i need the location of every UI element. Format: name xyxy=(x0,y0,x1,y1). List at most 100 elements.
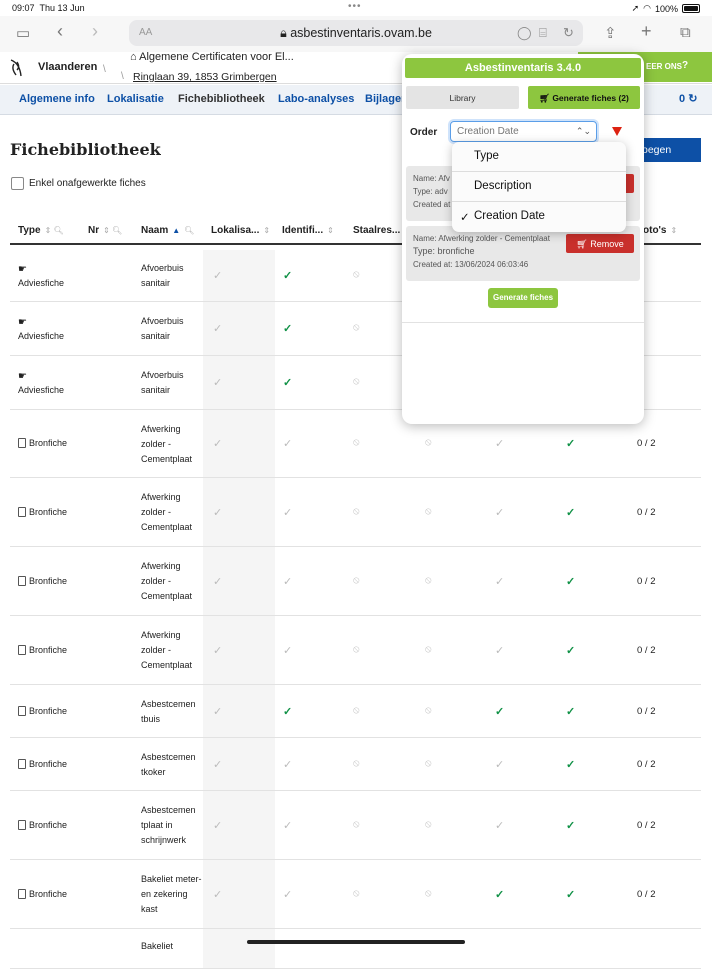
order-label: Order xyxy=(410,127,438,138)
column-fotos[interactable]: oto's ⇕ xyxy=(643,225,677,236)
not-applicable-icon: ⦸ xyxy=(425,887,432,899)
tab-lokalisatie[interactable]: Lokalisatie xyxy=(107,93,164,105)
sync-icon: ↻ xyxy=(688,93,698,105)
check-icon: ✓ xyxy=(213,438,223,450)
check-icon: ✓ xyxy=(213,705,223,718)
home-indicator[interactable] xyxy=(247,940,465,944)
generate-fiches-bottom-button[interactable]: Generate fiches xyxy=(488,288,558,308)
table-row[interactable]: Bakeliet xyxy=(10,929,701,969)
cart-icon: 🛒︎ xyxy=(576,239,588,249)
row-name: Afvoerbuis sanitair xyxy=(141,263,184,288)
table-row[interactable]: Bronfiche Afwerking zolder - Cementplaat ✓… xyxy=(10,547,701,616)
column-type[interactable]: Type ⇕ 🔍︎ xyxy=(18,225,64,236)
order-option-description[interactable]: Description xyxy=(452,172,626,202)
table-row[interactable]: Bronfiche Afwerking zolder - Cementplaat ✓… xyxy=(10,478,701,547)
check-icon: ✓ xyxy=(566,888,576,901)
fiche-card: Name: Afwerking zolder - Cementplaat Typ… xyxy=(406,226,640,281)
sidebar-icon[interactable]: ▭ xyxy=(16,24,30,42)
breadcrumb-title[interactable]: ⌂ Algemene Certificaten voor El... xyxy=(130,51,294,63)
brand-name[interactable]: Vlaanderen xyxy=(38,61,97,73)
tab-fichebibliotheek[interactable]: Fichebibliotheek xyxy=(178,93,265,105)
table-row[interactable]: Bronfiche Asbestcemen tplaat in schrijnwe… xyxy=(10,791,701,860)
check-icon: ✓ xyxy=(495,819,505,832)
check-icon: ✓ xyxy=(566,819,576,832)
sync-status[interactable]: 0 ↻ xyxy=(679,92,697,105)
not-applicable-icon: ⦸ xyxy=(353,574,360,586)
not-applicable-icon: ⦸ xyxy=(425,704,432,716)
check-icon: ✓ xyxy=(213,819,223,832)
check-icon: ✓ xyxy=(566,575,576,588)
extension-popover: Asbestinventaris 3.4.0 Library 🛒︎ Genera… xyxy=(402,54,644,424)
document-icon xyxy=(18,506,26,517)
tab-share-icon[interactable]: ⌸ xyxy=(539,25,547,41)
library-button[interactable]: Library xyxy=(406,86,519,109)
status-bar: 09:07 Thu 13 Jun ••• ➚ ◠ 100% xyxy=(0,0,712,16)
share-icon[interactable]: ⇪ xyxy=(604,24,617,42)
check-icon: ✓ xyxy=(283,377,293,389)
row-name: Asbestcemen tkoker xyxy=(141,751,196,777)
order-option-creation-date[interactable]: ✓ Creation Date xyxy=(452,202,626,232)
unfinished-checkbox[interactable] xyxy=(11,177,24,190)
row-type-label: Bronfiche xyxy=(29,819,68,830)
check-icon: ✓ xyxy=(283,888,293,901)
back-icon[interactable]: ‹ xyxy=(57,21,63,42)
reload-icon[interactable]: ↻ xyxy=(563,25,574,41)
row-type: Bronfiche xyxy=(18,438,67,448)
sort-direction-icon[interactable] xyxy=(612,127,622,136)
breadcrumb-separator: \ xyxy=(103,64,106,75)
check-icon: ✓ xyxy=(213,758,223,771)
row-type-label: Adviesfiche xyxy=(18,331,65,341)
column-identificatie[interactable]: Identifi... ⇕ xyxy=(282,225,334,236)
row-photos: 0 / 2 xyxy=(637,438,656,449)
card-created: Created at: 13/06/2024 06:03:46 xyxy=(413,260,529,269)
document-icon xyxy=(18,819,26,830)
tabs-icon[interactable]: ⧉ xyxy=(680,24,691,41)
column-lokalisatie[interactable]: Lokalisa... ⇕ xyxy=(211,225,270,236)
address-bar[interactable]: AA 🔒︎ asbestinventaris.ovam.be ◯ ⌸ ↻ xyxy=(129,20,583,46)
advice-icon: ☛ xyxy=(18,371,27,382)
row-type: Bronfiche xyxy=(18,705,67,716)
table-row[interactable]: Bronfiche Asbestcemen tbuis ✓ ✓ ⦸ ⦸ ✓ ✓ 0 / 2 xyxy=(10,685,701,738)
breadcrumb-address[interactable]: Ringlaan 39, 1853 Grimbergen xyxy=(133,71,277,83)
row-shade xyxy=(203,929,275,968)
check-icon: ✓ xyxy=(495,705,505,718)
column-nr[interactable]: Nr ⇕ 🔍︎ xyxy=(88,225,122,236)
popover-title: Asbestinventaris 3.4.0 xyxy=(405,58,641,78)
row-type-label: Bronfiche xyxy=(29,506,68,517)
tab-algemene-info[interactable]: Algemene info xyxy=(19,93,95,105)
row-type: ☛ Adviesfiche xyxy=(18,371,64,395)
check-icon: ✓ xyxy=(283,270,293,282)
row-name: Bakeliet xyxy=(141,941,174,951)
check-icon: ✓ xyxy=(566,758,576,771)
order-select[interactable]: Creation Date ⌃⌄ xyxy=(450,121,597,142)
check-icon: ✓ xyxy=(213,323,223,335)
tab-labo-analyses[interactable]: Labo-analyses xyxy=(278,93,354,105)
column-naam[interactable]: Naam ▲ 🔍︎ xyxy=(141,225,194,236)
divider xyxy=(402,322,644,323)
check-icon: ✓ xyxy=(495,438,505,450)
table-row[interactable]: Bronfiche Afwerking zolder - Cementplaat ✓… xyxy=(10,616,701,685)
status-right: ➚ ◠ 100% xyxy=(632,3,700,14)
table-row[interactable]: Bronfiche Bakeliet meter- en zekering kas… xyxy=(10,860,701,929)
check-icon: ✓ xyxy=(495,758,505,771)
order-option-type[interactable]: Type xyxy=(452,142,626,172)
check-icon: ✓ xyxy=(283,705,293,718)
add-fiche-button[interactable]: oegen xyxy=(634,138,701,162)
document-icon xyxy=(18,888,26,899)
new-tab-icon[interactable]: + xyxy=(641,21,652,42)
unfinished-checkbox-label: Enkel onafgewerkte fiches xyxy=(29,178,146,189)
extension-icon[interactable]: ◯ xyxy=(517,25,532,41)
check-icon: ✓ xyxy=(495,888,505,901)
multitasking-dots[interactable]: ••• xyxy=(348,1,362,12)
generate-fiches-button[interactable]: 🛒︎ Generate fiches (2) xyxy=(528,86,640,109)
column-staalresultaat[interactable]: Staalres... xyxy=(353,225,400,236)
document-icon xyxy=(18,758,26,769)
forward-icon[interactable]: › xyxy=(92,21,98,42)
row-photos: 0 / 2 xyxy=(637,705,656,717)
remove-button[interactable]: 🛒︎ Remove xyxy=(566,234,634,253)
row-type-label: Bronfiche xyxy=(29,888,68,899)
document-icon xyxy=(18,438,26,448)
table-row[interactable]: Bronfiche Asbestcemen tkoker ✓ ✓ ⦸ ⦸ ✓ ✓ 0 / 2 xyxy=(10,738,701,791)
row-name: Afwerking zolder - Cementplaat xyxy=(141,630,193,670)
check-icon: ✓ xyxy=(566,438,576,450)
